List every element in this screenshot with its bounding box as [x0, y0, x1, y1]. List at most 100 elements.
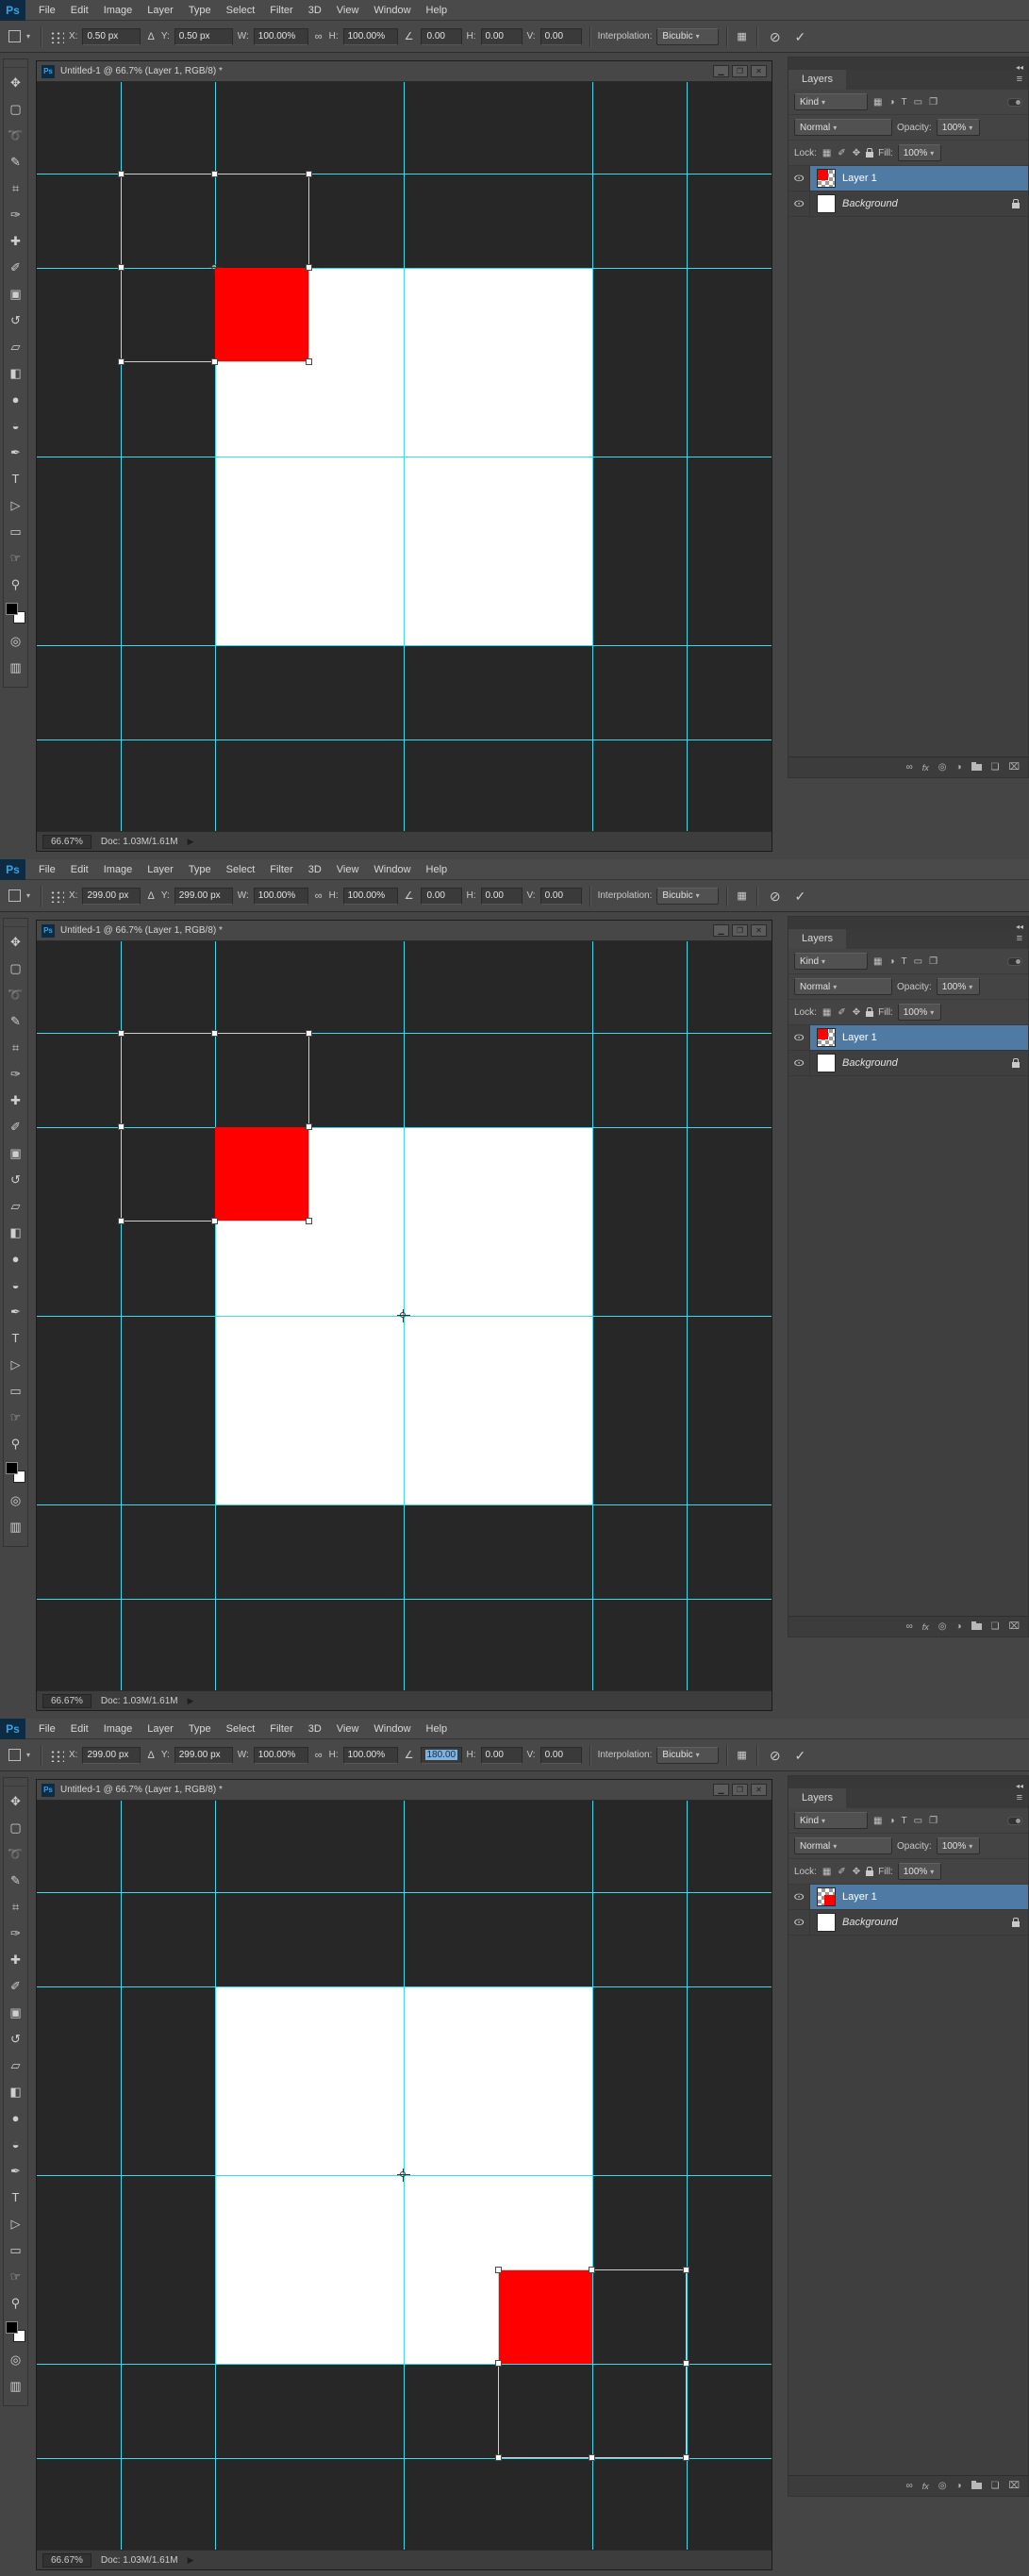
- transform-handle-nw[interactable]: [118, 1030, 124, 1037]
- gradient-tool[interactable]: ◧: [4, 360, 27, 387]
- background-name[interactable]: Background: [842, 198, 898, 209]
- menu-file[interactable]: File: [31, 859, 63, 880]
- status-flyout-arrow[interactable]: ▶: [188, 837, 194, 847]
- lock-position-icon[interactable]: ✥: [852, 148, 861, 158]
- path-selection-tool[interactable]: ▷: [4, 492, 27, 519]
- adjustment-layer-icon[interactable]: ◑: [955, 762, 961, 773]
- transform-handle-n[interactable]: [211, 1030, 218, 1037]
- menu-select[interactable]: Select: [219, 1719, 263, 1739]
- transform-reference-point[interactable]: [397, 2169, 410, 2182]
- color-swatches[interactable]: [6, 1462, 25, 1483]
- minimize-button[interactable]: ▁: [713, 1784, 729, 1796]
- menu-file[interactable]: File: [31, 0, 63, 21]
- dodge-tool[interactable]: ◒: [4, 413, 27, 440]
- layers-tab[interactable]: Layers: [788, 70, 847, 90]
- opacity-field[interactable]: 100% ▾: [936, 978, 980, 995]
- transform-handle-w[interactable]: [118, 264, 124, 271]
- transform-handle-nw[interactable]: [495, 2267, 502, 2273]
- hand-tool[interactable]: ☞: [4, 1404, 27, 1431]
- adjustment-layer-icon[interactable]: ◑: [955, 1621, 961, 1632]
- lock-all-icon[interactable]: [866, 1007, 874, 1017]
- y-position-field[interactable]: 0.50 px: [174, 27, 233, 45]
- horizontal-guide[interactable]: [37, 645, 772, 646]
- link-dimensions-icon[interactable]: ∞: [313, 1747, 324, 1764]
- vertical-skew-field[interactable]: 0.00: [539, 1746, 582, 1764]
- menu-image[interactable]: Image: [96, 1719, 141, 1739]
- visibility-eye-icon[interactable]: ⊙: [793, 199, 805, 209]
- commit-transform-button[interactable]: ✓: [790, 888, 811, 905]
- menu-layer[interactable]: Layer: [140, 859, 181, 880]
- move-tool[interactable]: ✥: [4, 70, 27, 96]
- eraser-tool[interactable]: ▱: [4, 334, 27, 360]
- hand-tool[interactable]: ☞: [4, 545, 27, 572]
- transform-tool-icon[interactable]: ▾: [6, 30, 33, 42]
- cancel-transform-button[interactable]: ⊘: [765, 28, 786, 45]
- eyedropper-tool[interactable]: ✑: [4, 202, 27, 228]
- move-tool[interactable]: ✥: [4, 1788, 27, 1815]
- layers-tab[interactable]: Layers: [788, 1788, 847, 1808]
- delete-layer-icon[interactable]: ⌧: [1008, 1621, 1020, 1632]
- horizontal-guide[interactable]: [37, 1599, 772, 1600]
- rotation-field[interactable]: 180.00: [420, 1746, 462, 1764]
- quick-mask-toggle[interactable]: ◎: [4, 1487, 27, 1514]
- menu-type[interactable]: Type: [181, 0, 219, 21]
- menu-edit[interactable]: Edit: [63, 0, 96, 21]
- pen-tool[interactable]: ✒: [4, 1299, 27, 1325]
- lock-paint-icon[interactable]: ✐: [837, 148, 846, 158]
- layer1-thumbnail[interactable]: [817, 1028, 836, 1047]
- menu-help[interactable]: Help: [419, 1719, 456, 1739]
- menu-image[interactable]: Image: [96, 0, 141, 21]
- toolbar-grip[interactable]: [4, 1781, 27, 1787]
- width-field[interactable]: 100.00%: [253, 887, 308, 905]
- lasso-tool[interactable]: ➰: [4, 982, 27, 1008]
- new-layer-icon[interactable]: ❏: [991, 1621, 1000, 1632]
- blend-mode-select[interactable]: Normal ▾: [794, 978, 892, 995]
- horizontal-guide[interactable]: [37, 1892, 772, 1893]
- width-field[interactable]: 100.00%: [253, 1746, 308, 1764]
- transform-handle-w[interactable]: [495, 2360, 502, 2367]
- layers-tab[interactable]: Layers: [788, 929, 847, 949]
- transform-handle-se[interactable]: [306, 358, 312, 365]
- layer-row-layer1[interactable]: ⊙ Layer 1: [788, 166, 1028, 191]
- lock-transparency-icon[interactable]: ▦: [822, 1867, 832, 1877]
- filter-type-icon[interactable]: T: [901, 1816, 908, 1826]
- layer-row-background[interactable]: ⊙ Background: [788, 1051, 1028, 1076]
- move-tool[interactable]: ✥: [4, 929, 27, 956]
- transform-bounding-box[interactable]: [118, 1030, 312, 1224]
- fill-field[interactable]: 100% ▾: [897, 1004, 941, 1021]
- filter-type-icon[interactable]: T: [901, 956, 908, 967]
- eraser-tool[interactable]: ▱: [4, 1193, 27, 1220]
- background-thumbnail[interactable]: [817, 194, 836, 213]
- toolbar-grip[interactable]: [4, 62, 27, 68]
- transform-handle-ne[interactable]: [306, 1030, 312, 1037]
- pen-tool[interactable]: ✒: [4, 2158, 27, 2185]
- screen-mode-toggle[interactable]: ▥: [4, 1514, 27, 1540]
- status-flyout-arrow[interactable]: ▶: [188, 1696, 194, 1706]
- reference-point-locator[interactable]: [49, 29, 65, 43]
- type-tool[interactable]: T: [4, 1325, 27, 1352]
- transform-handle-sw[interactable]: [118, 358, 124, 365]
- menu-window[interactable]: Window: [366, 859, 418, 880]
- restore-button[interactable]: ❐: [732, 1784, 748, 1796]
- layer1-name[interactable]: Layer 1: [842, 1032, 877, 1043]
- transform-handle-e[interactable]: [306, 264, 312, 271]
- lock-position-icon[interactable]: ✥: [852, 1867, 861, 1877]
- document-title-bar[interactable]: Ps Untitled-1 @ 66.7% (Layer 1, RGB/8) *…: [37, 921, 772, 941]
- interpolation-select[interactable]: Bicubic ▾: [656, 1746, 720, 1764]
- quick-selection-tool[interactable]: ✎: [4, 1008, 27, 1035]
- document-title-bar[interactable]: Ps Untitled-1 @ 66.7% (Layer 1, RGB/8) *…: [37, 61, 772, 82]
- healing-brush-tool[interactable]: ✚: [4, 1947, 27, 1973]
- warp-mode-toggle[interactable]: ▦: [735, 28, 748, 45]
- warp-mode-toggle[interactable]: ▦: [735, 888, 748, 905]
- filter-kind-select[interactable]: Kind ▾: [794, 93, 868, 110]
- menu-help[interactable]: Help: [419, 859, 456, 880]
- toolbar-grip[interactable]: [4, 922, 27, 927]
- type-tool[interactable]: T: [4, 2185, 27, 2211]
- layer1-thumbnail[interactable]: [817, 1887, 836, 1906]
- zoom-tool[interactable]: ⚲: [4, 1431, 27, 1457]
- layer1-thumbnail[interactable]: [817, 169, 836, 188]
- transform-handle-sw[interactable]: [495, 2454, 502, 2461]
- transform-handle-e[interactable]: [306, 1123, 312, 1130]
- transform-handle-nw[interactable]: [118, 171, 124, 177]
- transform-handle-w[interactable]: [118, 1123, 124, 1130]
